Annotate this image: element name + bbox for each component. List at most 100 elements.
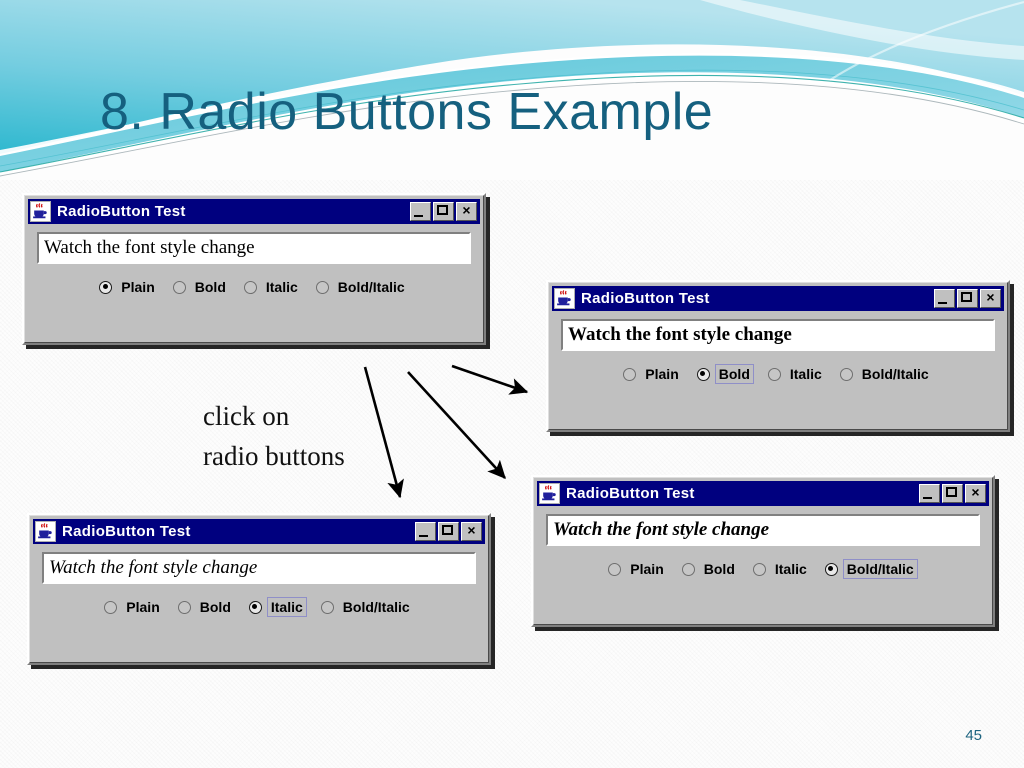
annotation-line-2: radio buttons: [203, 441, 345, 471]
annotation-line-1: click on: [203, 401, 290, 431]
java-coffee-cup-icon: [35, 521, 56, 542]
radio-dot-icon[interactable]: [696, 367, 710, 381]
window-controls[interactable]: ×: [410, 202, 478, 221]
radio-label[interactable]: Plain: [626, 559, 667, 579]
radio-italic[interactable]: Italic: [243, 277, 302, 297]
font-style-radio-group[interactable]: Plain Bold Italic Bold/Italic: [42, 597, 476, 617]
radio-dot-icon[interactable]: [104, 600, 118, 614]
radio-label[interactable]: Bold/Italic: [858, 364, 933, 384]
window-content: Watch the font style change Plain Bold I…: [552, 311, 1004, 388]
radio-dot-icon[interactable]: [172, 280, 186, 294]
font-style-radio-group[interactable]: Plain Bold Italic Bold/Italic: [546, 559, 980, 579]
radio-label[interactable]: Bold: [700, 559, 739, 579]
radio-dot-icon[interactable]: [320, 600, 334, 614]
window-titlebar[interactable]: RadioButton Test ×: [537, 481, 989, 506]
arrow-to-italic-window: [363, 366, 404, 499]
maximize-button[interactable]: [942, 484, 963, 503]
radio-bold[interactable]: Bold: [172, 277, 230, 297]
close-button[interactable]: ×: [980, 289, 1001, 308]
radio-label[interactable]: Bold/Italic: [842, 559, 918, 579]
window-content: Watch the font style change Plain Bold I…: [33, 544, 485, 621]
radio-bolditalic[interactable]: Bold/Italic: [315, 277, 409, 297]
radio-label[interactable]: Bold/Italic: [339, 597, 414, 617]
annotation-text: click on radio buttons: [203, 396, 345, 476]
font-preview-textfield[interactable]: Watch the font style change: [561, 319, 995, 351]
window-title-text: RadioButton Test: [566, 485, 695, 502]
radio-dot-icon[interactable]: [248, 600, 262, 614]
window-content: Watch the font style change Plain Bold I…: [28, 224, 480, 301]
slide-page-number: 45: [965, 727, 982, 744]
window-title-text: RadioButton Test: [581, 290, 710, 307]
radio-italic[interactable]: Italic: [767, 364, 826, 384]
window-controls[interactable]: ×: [934, 289, 1002, 308]
close-button[interactable]: ×: [461, 522, 482, 541]
font-preview-textfield[interactable]: Watch the font style change: [37, 232, 471, 264]
minimize-button[interactable]: [934, 289, 955, 308]
close-button[interactable]: ×: [456, 202, 477, 221]
radio-bold[interactable]: Bold: [696, 364, 754, 384]
window-titlebar[interactable]: RadioButton Test ×: [33, 519, 485, 544]
java-coffee-cup-icon: [539, 483, 560, 504]
radio-label[interactable]: Italic: [771, 559, 811, 579]
minimize-button[interactable]: [415, 522, 436, 541]
arrow-to-bold-window: [451, 364, 529, 395]
window-title-text: RadioButton Test: [62, 523, 191, 540]
radio-dot-icon[interactable]: [824, 562, 838, 576]
radio-label[interactable]: Bold: [196, 597, 235, 617]
window-italic[interactable]: RadioButton Test × Watch the font style …: [27, 513, 491, 665]
close-button[interactable]: ×: [965, 484, 986, 503]
radio-italic[interactable]: Italic: [248, 597, 307, 617]
java-coffee-cup-icon: [554, 288, 575, 309]
maximize-button[interactable]: [433, 202, 454, 221]
maximize-button[interactable]: [438, 522, 459, 541]
radio-plain[interactable]: Plain: [623, 364, 682, 384]
window-plain[interactable]: RadioButton Test × Watch the font style …: [22, 193, 486, 345]
window-controls[interactable]: ×: [919, 484, 987, 503]
window-titlebar[interactable]: RadioButton Test ×: [28, 199, 480, 224]
radio-label[interactable]: Italic: [786, 364, 826, 384]
radio-dot-icon[interactable]: [752, 562, 766, 576]
minimize-button[interactable]: [919, 484, 940, 503]
radio-bold[interactable]: Bold: [177, 597, 235, 617]
font-preview-textfield[interactable]: Watch the font style change: [546, 514, 980, 546]
radio-plain[interactable]: Plain: [99, 277, 158, 297]
radio-label[interactable]: Bold: [714, 364, 754, 384]
window-bold[interactable]: RadioButton Test × Watch the font style …: [546, 280, 1010, 432]
page-title: 8. Radio Buttons Example: [100, 83, 714, 141]
radio-bold[interactable]: Bold: [681, 559, 739, 579]
radio-dot-icon[interactable]: [767, 367, 781, 381]
radio-dot-icon[interactable]: [681, 562, 695, 576]
window-title-text: RadioButton Test: [57, 203, 186, 220]
java-coffee-cup-icon: [30, 201, 51, 222]
radio-label[interactable]: Italic: [262, 277, 302, 297]
radio-dot-icon[interactable]: [177, 600, 191, 614]
maximize-button[interactable]: [957, 289, 978, 308]
radio-bolditalic[interactable]: Bold/Italic: [320, 597, 414, 617]
window-controls[interactable]: ×: [415, 522, 483, 541]
radio-dot-icon[interactable]: [839, 367, 853, 381]
radio-italic[interactable]: Italic: [752, 559, 811, 579]
radio-bolditalic[interactable]: Bold/Italic: [824, 559, 918, 579]
radio-dot-icon[interactable]: [623, 367, 637, 381]
window-content: Watch the font style change Plain Bold I…: [537, 506, 989, 583]
font-preview-textfield[interactable]: Watch the font style change: [42, 552, 476, 584]
minimize-button[interactable]: [410, 202, 431, 221]
radio-bolditalic[interactable]: Bold/Italic: [839, 364, 933, 384]
radio-label[interactable]: Plain: [122, 597, 163, 617]
arrow-to-bolditalic-window: [407, 371, 506, 479]
radio-dot-icon[interactable]: [608, 562, 622, 576]
radio-label[interactable]: Bold/Italic: [334, 277, 409, 297]
radio-label[interactable]: Plain: [117, 277, 158, 297]
font-style-radio-group[interactable]: Plain Bold Italic Bold/Italic: [37, 277, 471, 297]
radio-dot-icon[interactable]: [99, 280, 113, 294]
font-style-radio-group[interactable]: Plain Bold Italic Bold/Italic: [561, 364, 995, 384]
radio-dot-icon[interactable]: [315, 280, 329, 294]
radio-plain[interactable]: Plain: [104, 597, 163, 617]
radio-label[interactable]: Bold: [191, 277, 230, 297]
radio-label[interactable]: Italic: [266, 597, 307, 617]
radio-label[interactable]: Plain: [641, 364, 682, 384]
window-titlebar[interactable]: RadioButton Test ×: [552, 286, 1004, 311]
radio-plain[interactable]: Plain: [608, 559, 667, 579]
window-bolditalic[interactable]: RadioButton Test × Watch the font style …: [531, 475, 995, 627]
radio-dot-icon[interactable]: [243, 280, 257, 294]
